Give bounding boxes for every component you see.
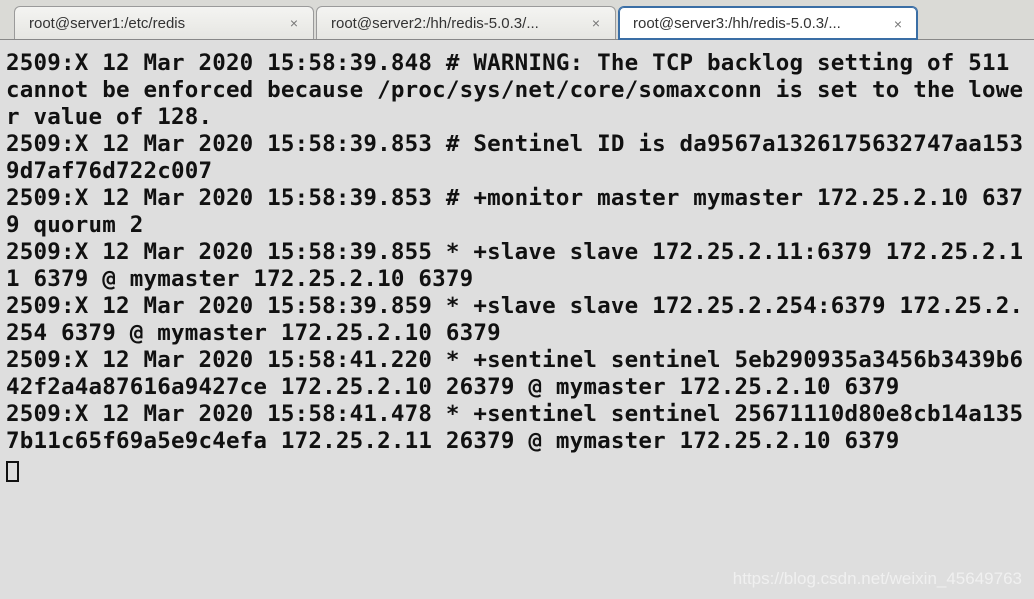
close-icon[interactable]: × (889, 15, 907, 33)
tab-label-server3: root@server3:/hh/redis-5.0.3/... (633, 15, 881, 32)
terminal-cursor (6, 461, 19, 482)
close-icon[interactable]: × (587, 14, 605, 32)
terminal-output-area[interactable]: 2509:X 12 Mar 2020 15:58:39.848 # WARNIN… (0, 40, 1034, 599)
terminal-text: 2509:X 12 Mar 2020 15:58:39.848 # WARNIN… (6, 50, 1023, 454)
tab-label-server2: root@server2:/hh/redis-5.0.3/... (331, 15, 579, 32)
watermark-text: https://blog.csdn.net/weixin_45649763 (733, 569, 1022, 589)
tab-server2[interactable]: root@server2:/hh/redis-5.0.3/... × (316, 6, 616, 39)
tab-server1[interactable]: root@server1:/etc/redis × (14, 6, 314, 39)
close-icon[interactable]: × (285, 14, 303, 32)
tab-bar: root@server1:/etc/redis × root@server2:/… (0, 0, 1034, 40)
tab-label-server1: root@server1:/etc/redis (29, 15, 277, 32)
tab-server3[interactable]: root@server3:/hh/redis-5.0.3/... × (618, 6, 918, 40)
